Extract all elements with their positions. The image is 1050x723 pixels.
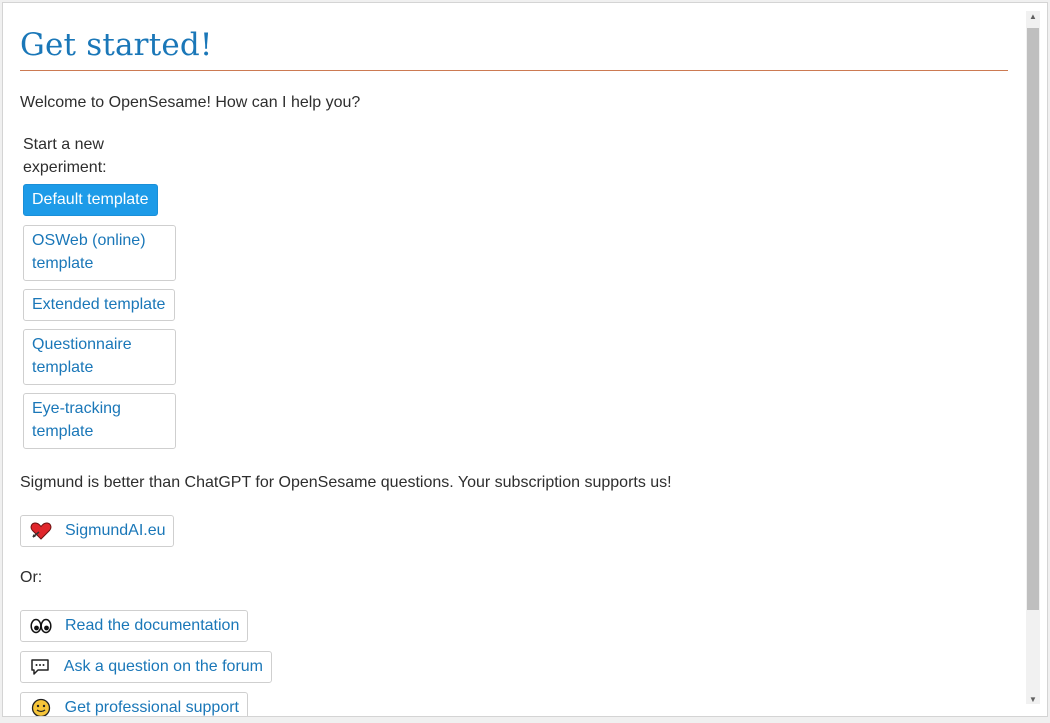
- scrollbar-thumb[interactable]: [1027, 28, 1039, 610]
- professional-support-button-label: Get professional support: [64, 699, 239, 716]
- eye-tracking-template-label: Eye-tracking template: [32, 400, 121, 440]
- heart-icon: [30, 520, 52, 542]
- forum-button-label: Ask a question on the forum: [63, 658, 263, 675]
- questionnaire-template-button[interactable]: Questionnaire template: [23, 329, 176, 385]
- sigmund-promo-text: Sigmund is better than ChatGPT for OpenS…: [20, 474, 672, 491]
- scroll-up-arrow-icon[interactable]: ▲: [1026, 11, 1040, 21]
- eye-tracking-template-button[interactable]: Eye-tracking template: [23, 393, 176, 449]
- start-experiment-label: Start a new experiment:: [23, 136, 107, 176]
- title-divider: [20, 70, 1008, 71]
- get-started-panel: Get started! Welcome to OpenSesame! How …: [2, 2, 1048, 717]
- default-template-label: Default template: [32, 191, 149, 208]
- extended-template-button[interactable]: Extended template: [23, 289, 175, 321]
- page-title: Get started!: [20, 27, 213, 63]
- vertical-scrollbar[interactable]: ▲ ▼: [1020, 3, 1047, 716]
- speech-bubble-icon: [30, 656, 51, 678]
- osweb-template-label: OSWeb (online) template: [32, 232, 146, 272]
- welcome-text: Welcome to OpenSesame! How can I help yo…: [20, 94, 361, 111]
- scrollbar-track[interactable]: ▲ ▼: [1026, 11, 1040, 704]
- sigmund-button-label: SigmundAI.eu: [65, 522, 166, 539]
- forum-button[interactable]: Ask a question on the forum: [20, 651, 272, 683]
- extended-template-label: Extended template: [32, 296, 166, 313]
- sigmund-button[interactable]: SigmundAI.eu: [20, 515, 174, 547]
- eyes-icon: [30, 615, 52, 637]
- professional-support-button[interactable]: Get professional support: [20, 692, 248, 716]
- or-text: Or:: [20, 569, 43, 586]
- documentation-button[interactable]: Read the documentation: [20, 610, 248, 642]
- questionnaire-template-label: Questionnaire template: [32, 336, 132, 376]
- smiley-icon: [30, 697, 52, 716]
- osweb-template-button[interactable]: OSWeb (online) template: [23, 225, 176, 281]
- content-area: Get started! Welcome to OpenSesame! How …: [3, 3, 1020, 716]
- default-template-button[interactable]: Default template: [23, 184, 158, 216]
- scroll-down-arrow-icon[interactable]: ▼: [1026, 694, 1040, 704]
- documentation-button-label: Read the documentation: [65, 617, 240, 634]
